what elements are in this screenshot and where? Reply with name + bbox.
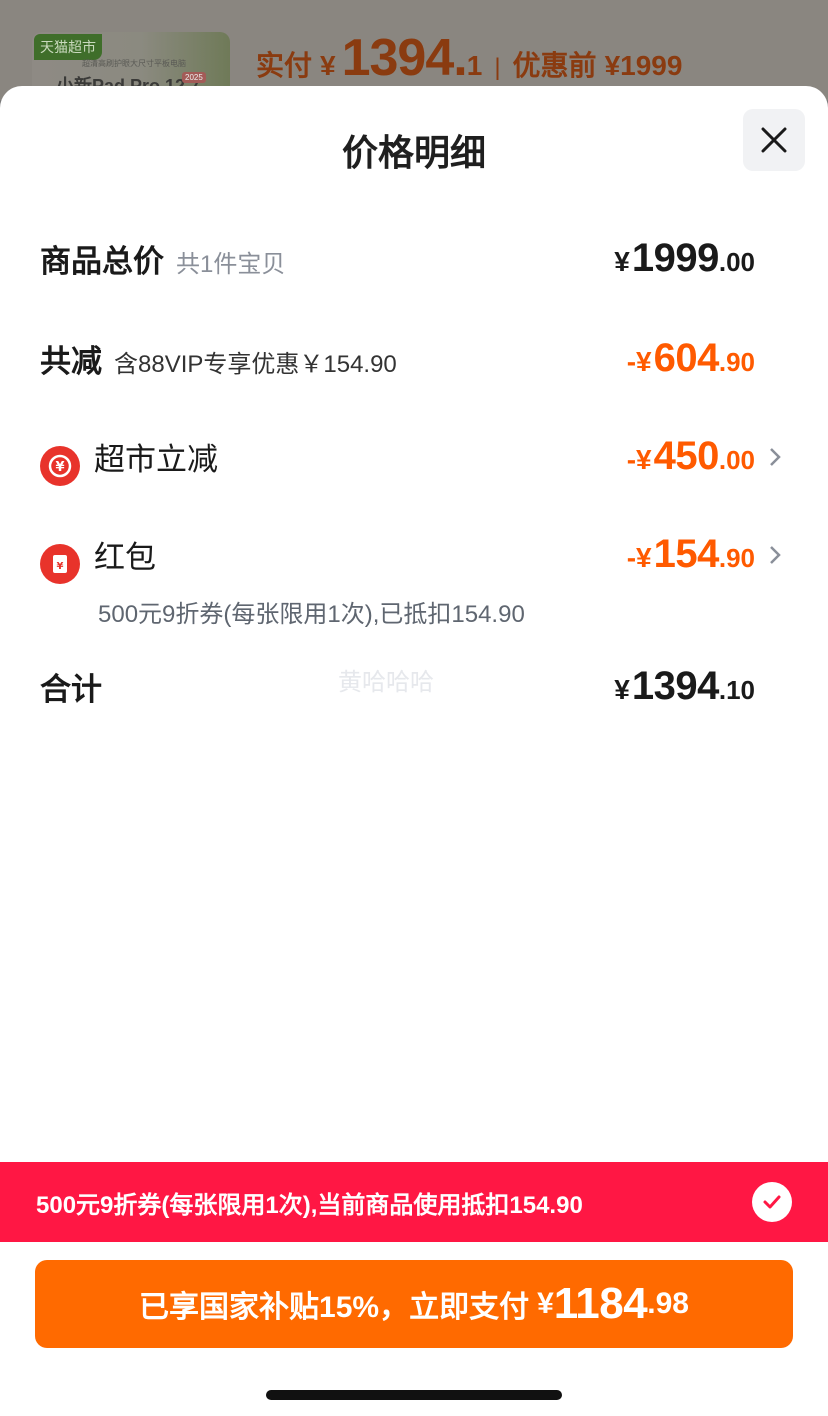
paid-price-summary: 实付 ¥ 1394. 1 | 优惠前 ¥1999 bbox=[256, 28, 682, 88]
sum-dec: .10 bbox=[718, 675, 755, 705]
chevron-right-icon bbox=[770, 546, 781, 564]
sum-currency: ¥ bbox=[614, 674, 630, 705]
red-packet-currency: -¥ bbox=[626, 542, 652, 573]
row-total-discount: 共减 含88VIP专享优惠￥154.90 -¥ 604.90 bbox=[40, 336, 788, 384]
home-indicator[interactable] bbox=[266, 1390, 562, 1400]
sum-label: 合计 bbox=[40, 672, 102, 707]
red-packet-icon: ¥ bbox=[40, 543, 80, 584]
price-divider: | bbox=[494, 54, 501, 81]
red-packet-dec: .90 bbox=[718, 543, 755, 573]
sum-int: 1394 bbox=[631, 664, 719, 708]
before-price: ¥1999 bbox=[604, 50, 683, 81]
svg-text:¥: ¥ bbox=[55, 460, 64, 475]
store-badge: 天猫超市 bbox=[34, 34, 102, 60]
total-dec: .00 bbox=[718, 247, 755, 277]
total-int: 1999 bbox=[631, 236, 719, 280]
market-dec: .00 bbox=[718, 445, 755, 475]
pay-button-label: 已享国家补贴15%，立即支付 bbox=[139, 1291, 530, 1324]
discount-dec: .90 bbox=[718, 347, 755, 377]
price-detail-sheet: 价格明细 商品总价 共1件宝贝 ¥1999.00 共减 含88VIP专享优惠￥154… bbox=[0, 86, 828, 1416]
watermark-text: 黄哈哈哈 bbox=[338, 669, 434, 696]
sheet-title: 价格明细 bbox=[341, 132, 486, 173]
pay-now-button[interactable]: 已享国家补贴15%，立即支付 ¥1184.98 bbox=[35, 1260, 793, 1348]
discount-label: 共减 bbox=[40, 344, 102, 379]
row-total-price: 商品总价 共1件宝贝 ¥1999.00 bbox=[40, 236, 788, 284]
before-label: 优惠前 bbox=[512, 50, 597, 81]
year-tag: 2025 bbox=[182, 72, 206, 83]
red-packet-icon-glyph: ¥ bbox=[57, 561, 64, 572]
pay-int: 1184 bbox=[553, 1279, 648, 1328]
discount-detail: 含88VIP专享优惠￥154.90 bbox=[114, 351, 397, 378]
sum-amount: ¥1394.10 bbox=[614, 664, 755, 709]
total-count: 共1件宝贝 bbox=[176, 251, 286, 278]
close-button[interactable] bbox=[743, 109, 805, 171]
red-packet-label: 红包 bbox=[94, 540, 156, 575]
market-currency: -¥ bbox=[626, 444, 652, 475]
total-currency: ¥ bbox=[614, 246, 630, 277]
total-label: 商品总价 bbox=[40, 244, 164, 279]
discount-currency: -¥ bbox=[626, 346, 652, 377]
pay-dec: .98 bbox=[647, 1287, 689, 1320]
market-discount-icon: ¥ bbox=[40, 445, 80, 486]
paid-amount-dec: 1 bbox=[466, 50, 483, 81]
pay-currency: ¥ bbox=[537, 1287, 554, 1320]
coupon-selection-bar[interactable]: 500元9折券(每张限用1次),当前商品使用抵扣154.90 bbox=[0, 1162, 828, 1242]
red-packet-amount: -¥ 154.90 bbox=[627, 532, 755, 577]
total-amount: ¥1999.00 bbox=[614, 236, 755, 281]
row-red-packet[interactable]: ¥ 红包 -¥ 154.90 bbox=[40, 532, 788, 584]
product-subtitle: 超清高刷护眼大尺寸平板电脑 bbox=[82, 59, 186, 68]
red-packet-note: 500元9折券(每张限用1次),已抵扣154.90 bbox=[98, 601, 525, 628]
row-market-discount[interactable]: ¥ 超市立减 -¥ 450.00 bbox=[40, 434, 788, 486]
paid-label: 实付 bbox=[256, 50, 313, 81]
market-int: 450 bbox=[653, 434, 720, 478]
coupon-text: 500元9折券(每张限用1次),当前商品使用抵扣154.90 bbox=[36, 1191, 583, 1219]
coupon-checked-icon[interactable] bbox=[752, 1182, 792, 1222]
chevron-right-icon bbox=[770, 448, 781, 466]
paid-currency: ¥ bbox=[320, 50, 336, 81]
red-packet-int: 154 bbox=[653, 532, 720, 576]
paid-amount-int: 1394. bbox=[341, 29, 468, 87]
market-discount-amount: -¥ 450.00 bbox=[627, 434, 755, 479]
discount-int: 604 bbox=[653, 336, 720, 380]
product-summary-strip: 天猫超市 超清高刷护眼大尺寸平板电脑 小新Pad Pro 12.7 2025 实… bbox=[0, 0, 828, 102]
close-icon bbox=[761, 127, 787, 153]
market-discount-label: 超市立减 bbox=[94, 442, 218, 477]
discount-amount: -¥ 604.90 bbox=[627, 336, 755, 381]
